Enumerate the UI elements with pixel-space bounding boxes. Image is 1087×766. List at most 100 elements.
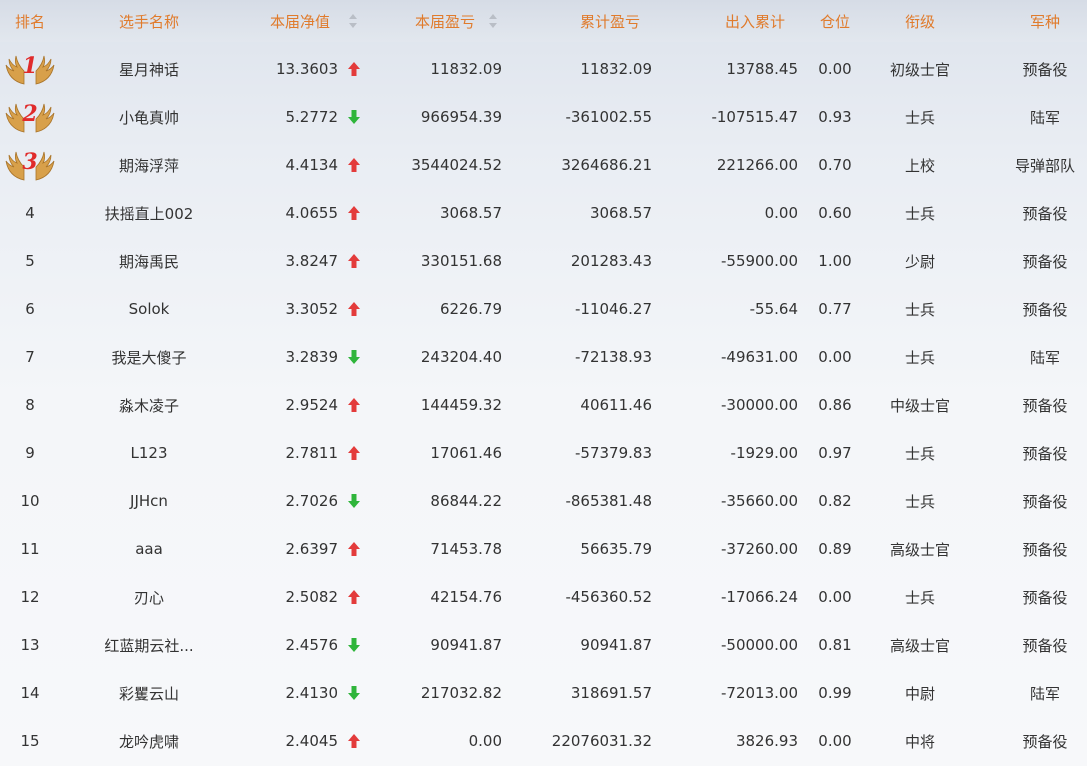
session-pnl: 17061.46 [430, 444, 502, 462]
col-header-flow[interactable]: 出入累计 [710, 0, 800, 42]
session-pnl: 90941.87 [430, 636, 502, 654]
table-row[interactable]: 7 我是大傻子 3.2839 243204.40 -72138.93 -49631.00 0… [0, 333, 1087, 381]
table-row[interactable]: 8 淼木凌子 2.9524 144459.32 40611.46 -30000.00 0.8… [0, 381, 1087, 429]
sort-icon[interactable] [348, 12, 358, 30]
player-name[interactable]: L123 [90, 429, 208, 477]
net-value: 2.4045 [285, 732, 339, 750]
cumulative-flow: -17066.24 [721, 588, 798, 606]
position-ratio: 0.89 [818, 540, 852, 558]
rank-number: 15 [20, 732, 40, 750]
rank-number: 14 [20, 684, 40, 702]
rank-number: 5 [25, 252, 35, 270]
net-value: 4.0655 [285, 204, 339, 222]
army-branch: 陆军 [1029, 684, 1060, 703]
col-header-cum-pnl[interactable]: 累计盈亏 [570, 0, 650, 42]
arrow-up-icon [344, 717, 364, 765]
army-branch: 预备役 [1022, 252, 1068, 271]
cumulative-pnl: -72138.93 [575, 348, 652, 366]
table-row[interactable]: 14 彩矍云山 2.4130 217032.82 318691.57 -72013.00 0… [0, 669, 1087, 717]
military-rank: 士兵 [904, 204, 935, 223]
army-branch: 预备役 [1022, 588, 1068, 607]
wings-medal-icon: 3 [3, 148, 57, 182]
col-header-name[interactable]: 选手名称 [90, 0, 208, 42]
cumulative-flow: -30000.00 [721, 396, 798, 414]
cumulative-flow: -49631.00 [721, 348, 798, 366]
arrow-down-icon [344, 93, 364, 141]
cumulative-pnl: 40611.46 [580, 396, 652, 414]
table-row[interactable]: 2 小龟真帅 5.2772 966954.39 -361002.55 -107515.47… [0, 93, 1087, 141]
military-rank: 士兵 [904, 444, 935, 463]
net-value: 2.9524 [285, 396, 339, 414]
col-header-military-rank[interactable]: 衔级 [880, 0, 960, 42]
session-pnl: 217032.82 [420, 684, 502, 702]
rank-number: 12 [20, 588, 40, 606]
position-ratio: 0.86 [818, 396, 852, 414]
arrow-down-icon [344, 333, 364, 381]
session-pnl: 11832.09 [430, 60, 502, 78]
military-rank: 士兵 [904, 300, 935, 319]
cumulative-pnl: 3068.57 [589, 204, 652, 222]
table-row[interactable]: 11 aaa 2.6397 71453.78 56635.79 -37260.00 0.89… [0, 525, 1087, 573]
session-pnl: 86844.22 [430, 492, 502, 510]
player-name[interactable]: Solok [90, 285, 208, 333]
player-name[interactable]: 彩矍云山 [90, 669, 208, 717]
cumulative-flow: -1929.00 [730, 444, 798, 462]
player-name[interactable]: 刃心 [90, 573, 208, 621]
player-name[interactable]: 我是大傻子 [90, 333, 208, 381]
table-header: 排名 选手名称 本届净值 本届盈亏 累计盈亏 出入累计 仓位 衔级 军种 [0, 0, 1087, 42]
player-name[interactable]: 扶摇直上002 [90, 189, 208, 237]
cumulative-flow: 221266.00 [716, 156, 798, 174]
cumulative-pnl: 11832.09 [580, 60, 652, 78]
position-ratio: 0.70 [818, 156, 852, 174]
army-branch: 导弹部队 [1014, 156, 1075, 175]
player-name[interactable]: 期海禹民 [90, 237, 208, 285]
army-branch: 预备役 [1022, 444, 1068, 463]
session-pnl: 330151.68 [420, 252, 502, 270]
rank-number: 13 [20, 636, 40, 654]
table-row[interactable]: 4 扶摇直上002 4.0655 3068.57 3068.57 0.00 0.60 士兵 预备… [0, 189, 1087, 237]
player-name[interactable]: 期海浮萍 [90, 141, 208, 189]
table-row[interactable]: 12 刃心 2.5082 42154.76 -456360.52 -17066.24 0.0… [0, 573, 1087, 621]
table-row[interactable]: 5 期海禹民 3.8247 330151.68 201283.43 -55900.00 1.… [0, 237, 1087, 285]
col-header-position[interactable]: 仓位 [812, 0, 858, 42]
military-rank: 初级士官 [889, 60, 950, 79]
military-rank: 中尉 [904, 684, 935, 703]
cumulative-flow: -55900.00 [721, 252, 798, 270]
table-row[interactable]: 9 L123 2.7811 17061.46 -57379.83 -1929.00 0.97… [0, 429, 1087, 477]
army-branch: 预备役 [1022, 540, 1068, 559]
player-name[interactable]: 红蓝期云社... [90, 621, 208, 669]
arrow-up-icon [344, 285, 364, 333]
table-row[interactable]: 1 星月神话 13.3603 11832.09 11832.09 13788.45 0.00… [0, 45, 1087, 93]
position-ratio: 0.60 [818, 204, 852, 222]
player-name[interactable]: JJHcn [90, 477, 208, 525]
table-row[interactable]: 3 期海浮萍 4.4134 3544024.52 3264686.21 221266.00… [0, 141, 1087, 189]
net-value: 3.2839 [285, 348, 339, 366]
rank-number: 11 [20, 540, 40, 558]
table-row[interactable]: 10 JJHcn 2.7026 86844.22 -865381.48 -35660.00… [0, 477, 1087, 525]
col-header-nav[interactable]: 本届净值 [260, 0, 340, 42]
sort-icon[interactable] [488, 12, 498, 30]
player-name[interactable]: 小龟真帅 [90, 93, 208, 141]
col-header-army[interactable]: 军种 [1000, 0, 1087, 42]
col-header-pnl[interactable]: 本届盈亏 [400, 0, 490, 42]
arrow-down-icon [344, 621, 364, 669]
player-name[interactable]: 龙吟虎啸 [90, 717, 208, 765]
player-name[interactable]: 淼木凌子 [90, 381, 208, 429]
military-rank: 士兵 [904, 588, 935, 607]
table-row[interactable]: 6 Solok 3.3052 6226.79 -11046.27 -55.64 0.77 士兵… [0, 285, 1087, 333]
player-name[interactable]: aaa [90, 525, 208, 573]
rank-number: 4 [25, 204, 35, 222]
rank-medal: 3 [0, 141, 60, 189]
cumulative-pnl: -865381.48 [565, 492, 652, 510]
military-rank: 士兵 [904, 492, 935, 511]
cumulative-pnl: 201283.43 [570, 252, 652, 270]
wings-medal-icon: 2 [3, 100, 57, 134]
col-header-rank[interactable]: 排名 [0, 0, 60, 42]
position-ratio: 0.81 [818, 636, 852, 654]
cumulative-pnl: 90941.87 [580, 636, 652, 654]
table-row[interactable]: 15 龙吟虎啸 2.4045 0.00 22076031.32 3826.93 0.00 中将… [0, 717, 1087, 765]
arrow-up-icon [344, 45, 364, 93]
table-row[interactable]: 13 红蓝期云社... 2.4576 90941.87 90941.87 -50000.0… [0, 621, 1087, 669]
arrow-up-icon [344, 189, 364, 237]
player-name[interactable]: 星月神话 [90, 45, 208, 93]
